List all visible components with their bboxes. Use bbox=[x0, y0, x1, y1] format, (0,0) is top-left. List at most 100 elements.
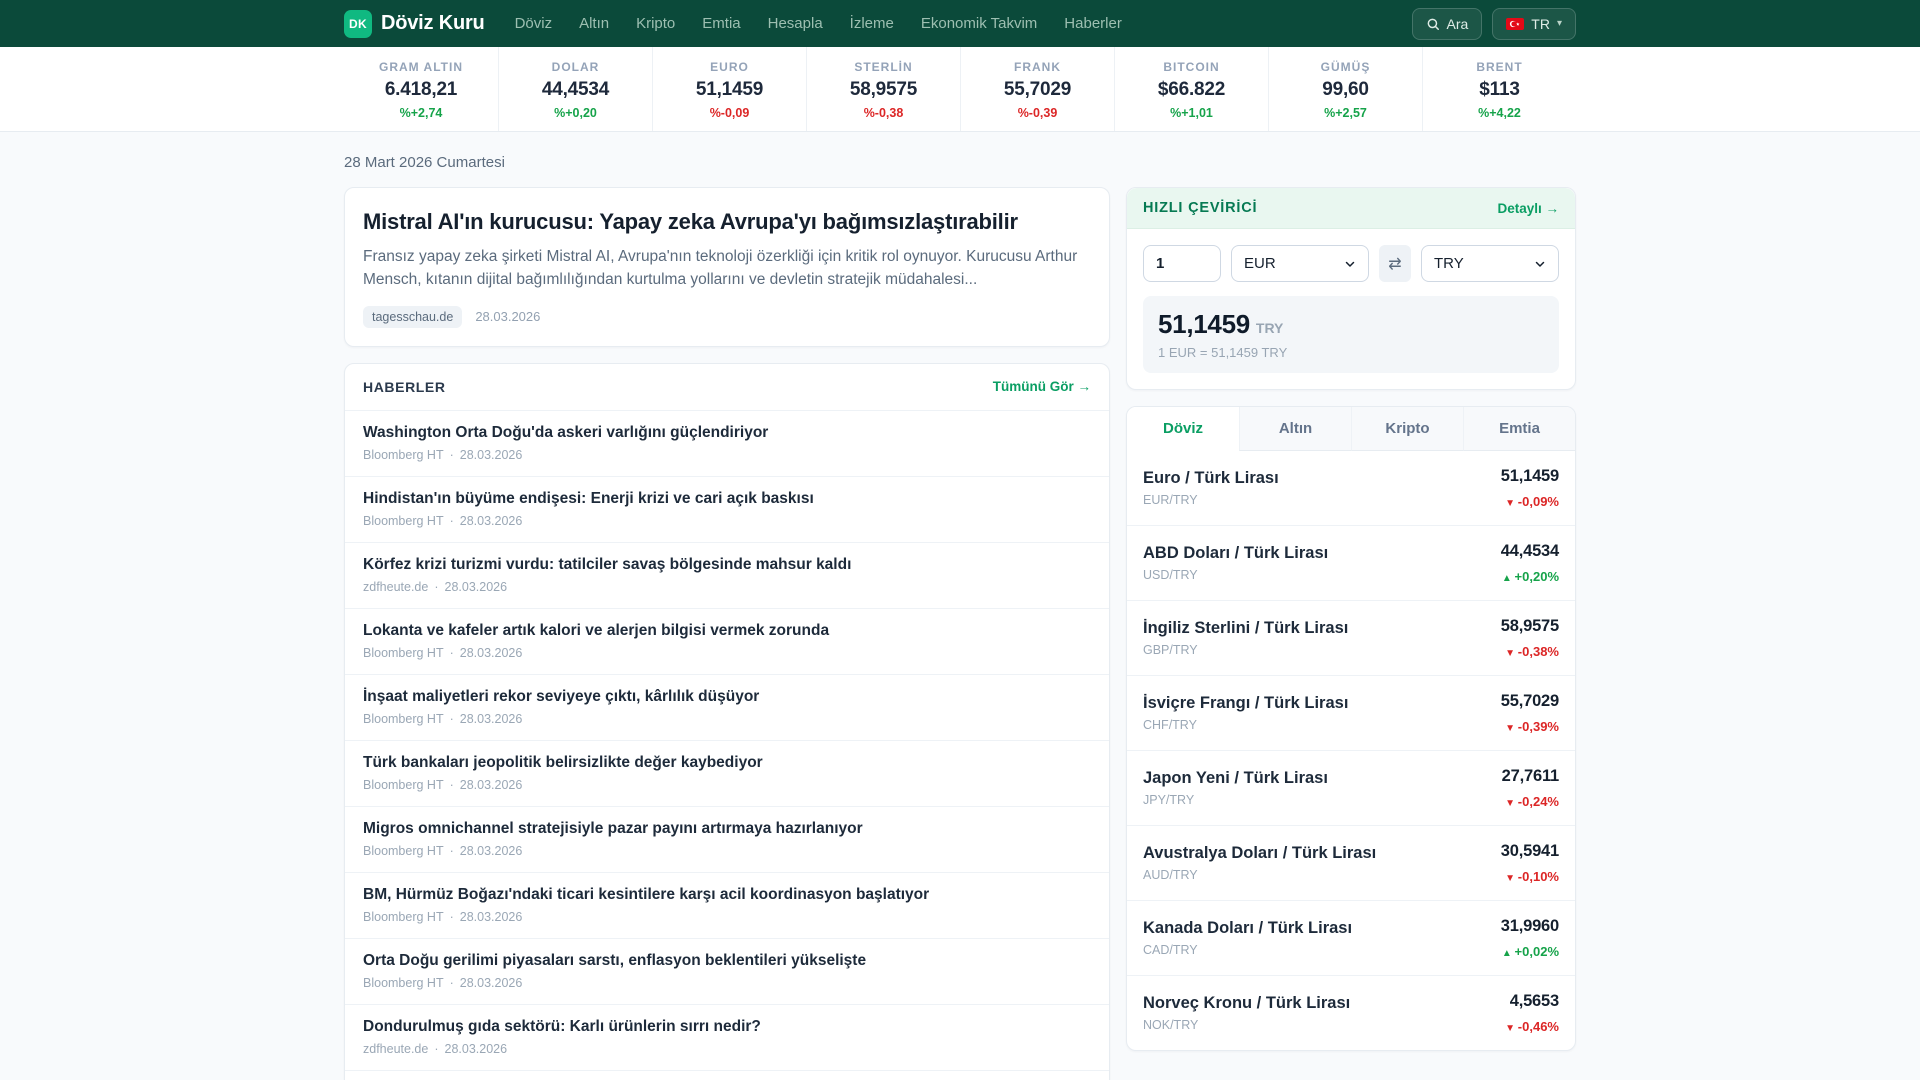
ticker-change: %+2,57 bbox=[1324, 106, 1367, 120]
ticker-item[interactable]: GÜMÜŞ 99,60 %+2,57 bbox=[1268, 47, 1422, 131]
rate-pair: Norveç Kronu / Türk Lirası NOK/TRY bbox=[1143, 994, 1350, 1032]
meta-dot: · bbox=[449, 843, 454, 858]
rate-value: 58,9575 bbox=[1500, 617, 1559, 635]
news-list: Washington Orta Doğu'da askeri varlığını… bbox=[345, 411, 1109, 1080]
market-tab[interactable]: Kripto bbox=[1351, 407, 1463, 451]
ticker-label: BRENT bbox=[1476, 60, 1523, 74]
rate-value: 51,1459 bbox=[1500, 467, 1559, 485]
news-item[interactable]: Orta Doğu gerilimi piyasaları sarstı, en… bbox=[345, 937, 1109, 1004]
brand-home-link[interactable]: DK Döviz Kuru bbox=[344, 9, 485, 38]
news-item-source: zdfheute.de bbox=[363, 1041, 429, 1056]
news-item[interactable]: BM, Hürmüz Boğazı'ndaki ticari kesintile… bbox=[345, 871, 1109, 938]
see-all-news-link[interactable]: Tümünü Gör → bbox=[993, 379, 1091, 394]
rate-row[interactable]: Euro / Türk Lirası EUR/TRY 51,1459 -0,09… bbox=[1127, 451, 1575, 525]
ticker-item[interactable]: DOLAR 44,4534 %+0,20 bbox=[498, 47, 652, 131]
rate-row[interactable]: Japon Yeni / Türk Lirası JPY/TRY 27,7611… bbox=[1127, 750, 1575, 825]
news-item-date: 28.03.2026 bbox=[459, 447, 523, 462]
ticker-item[interactable]: EURO 51,1459 %-0,09 bbox=[652, 47, 806, 131]
market-tab[interactable]: Emtia bbox=[1463, 407, 1575, 451]
rate-value: 4,5653 bbox=[1509, 992, 1559, 1010]
ticker-label: EURO bbox=[710, 60, 749, 74]
ticker-value: 55,7029 bbox=[1003, 79, 1072, 100]
news-item-date: 28.03.2026 bbox=[459, 513, 523, 528]
result-unit: TRY bbox=[1255, 320, 1284, 336]
market-tab[interactable]: Döviz bbox=[1127, 407, 1239, 451]
nav-link[interactable]: Altın bbox=[579, 15, 609, 32]
news-item[interactable]: İnşaat maliyetleri rekor seviyeye çıktı,… bbox=[345, 673, 1109, 740]
rate-value: 31,9960 bbox=[1500, 917, 1559, 935]
result-value: 51,1459 bbox=[1158, 309, 1250, 339]
rate-pair: Japon Yeni / Türk Lirası JPY/TRY bbox=[1143, 769, 1328, 807]
ticker-label: DOLAR bbox=[551, 60, 600, 74]
rate-pair-code: AUD/TRY bbox=[1143, 868, 1198, 882]
date-line: 28 Mart 2026 Cumartesi bbox=[344, 154, 505, 171]
from-currency-value: EUR bbox=[1244, 255, 1276, 272]
amount-input[interactable] bbox=[1143, 245, 1221, 282]
ticker-item[interactable]: GRAM ALTIN 6.418,21 %+2,74 bbox=[344, 47, 498, 131]
ticker-value: 99,60 bbox=[1322, 79, 1369, 100]
search-button[interactable]: Ara bbox=[1411, 7, 1483, 40]
nav-link[interactable]: Ekonomik Takvim bbox=[921, 15, 1037, 32]
news-item[interactable]: Hindistan'ın büyüme endişesi: Enerji kri… bbox=[345, 475, 1109, 542]
rate-change: -0,39% bbox=[1501, 719, 1559, 734]
rate-pair-name: Norveç Kronu / Türk Lirası bbox=[1143, 994, 1351, 1012]
ticker-item[interactable]: BRENT $113 %+4,22 bbox=[1422, 47, 1576, 131]
featured-article-card[interactable]: Mistral AI'ın kurucusu: Yapay zeka Avrup… bbox=[344, 187, 1110, 347]
news-item[interactable]: Maliye Bakanlığı, Şimşek'e yönelik ortak… bbox=[345, 1069, 1109, 1080]
ticker-label: BITCOIN bbox=[1163, 60, 1220, 74]
news-heading: HABERLER bbox=[363, 378, 446, 395]
news-item[interactable]: Migros omnichannel stratejisiyle pazar p… bbox=[345, 805, 1109, 872]
language-label: TR bbox=[1531, 15, 1550, 32]
news-item-source: Bloomberg HT bbox=[363, 513, 444, 528]
language-button[interactable]: TR ▾ bbox=[1492, 7, 1576, 40]
converter-detail-link[interactable]: Detaylı → bbox=[1497, 201, 1559, 216]
rate-value: 27,7611 bbox=[1501, 767, 1560, 785]
rate-row[interactable]: İngiliz Sterlini / Türk Lirası GBP/TRY 5… bbox=[1127, 600, 1575, 675]
market-ticker-bar: GRAM ALTIN 6.418,21 %+2,74 DOLAR 44,4534… bbox=[0, 47, 1920, 132]
ticker-item[interactable]: BITCOIN $66.822 %+1,01 bbox=[1114, 47, 1268, 131]
converter-header: HIZLI ÇEVİRİCİ Detaylı → bbox=[1127, 188, 1575, 229]
rate-change: -0,10% bbox=[1501, 869, 1559, 884]
meta-dot: · bbox=[449, 777, 454, 792]
ticker-value: $66.822 bbox=[1157, 79, 1226, 100]
news-item[interactable]: Washington Orta Doğu'da askeri varlığını… bbox=[345, 411, 1109, 476]
news-item[interactable]: Dondurulmuş gıda sektörü: Karlı ürünleri… bbox=[345, 1003, 1109, 1070]
meta-dot: · bbox=[449, 909, 454, 924]
news-item-title: Körfez krizi turizmi vurdu: tatilciler s… bbox=[363, 555, 852, 573]
market-rates-card: Döviz Altın Kripto Emtia Euro / Türk Lir… bbox=[1126, 406, 1576, 1051]
news-item-date: 28.03.2026 bbox=[459, 909, 523, 924]
news-item-meta: Bloomberg HT · 28.03.2026 bbox=[363, 514, 1091, 528]
news-item-source: Bloomberg HT bbox=[363, 843, 444, 858]
rate-change: -0,24% bbox=[1502, 794, 1559, 809]
from-currency-select[interactable]: EUR bbox=[1231, 245, 1369, 282]
nav-link[interactable]: Hesapla bbox=[768, 15, 823, 32]
news-item[interactable]: Türk bankaları jeopolitik belirsizlikte … bbox=[345, 739, 1109, 806]
to-currency-select[interactable]: TRY bbox=[1421, 245, 1559, 282]
news-item-date: 28.03.2026 bbox=[459, 975, 523, 990]
news-item-title: Türk bankaları jeopolitik belirsizlikte … bbox=[363, 753, 763, 771]
market-tab[interactable]: Altın bbox=[1239, 407, 1351, 451]
nav-link[interactable]: Döviz bbox=[515, 15, 553, 32]
rate-row[interactable]: İsviçre Frangı / Türk Lirası CHF/TRY 55,… bbox=[1127, 675, 1575, 750]
rate-row[interactable]: ABD Doları / Türk Lirası USD/TRY 44,4534… bbox=[1127, 525, 1575, 600]
rate-pair-name: Euro / Türk Lirası bbox=[1143, 469, 1279, 487]
news-item-source: zdfheute.de bbox=[363, 579, 429, 594]
news-header: HABERLER Tümünü Gör → bbox=[345, 364, 1109, 411]
nav-link[interactable]: Haberler bbox=[1064, 15, 1122, 32]
search-icon bbox=[1426, 17, 1440, 31]
rate-row[interactable]: Norveç Kronu / Türk Lirası NOK/TRY 4,565… bbox=[1127, 975, 1575, 1050]
rate-pair: Avustralya Doları / Türk Lirası AUD/TRY bbox=[1143, 844, 1376, 882]
news-item-meta: Bloomberg HT · 28.03.2026 bbox=[363, 976, 1091, 990]
nav-link[interactable]: Emtia bbox=[702, 15, 740, 32]
news-item[interactable]: Körfez krizi turizmi vurdu: tatilciler s… bbox=[345, 541, 1109, 608]
news-item[interactable]: Lokanta ve kafeler artık kalori ve alerj… bbox=[345, 607, 1109, 674]
nav-link[interactable]: İzleme bbox=[850, 15, 894, 32]
nav-link[interactable]: Kripto bbox=[636, 15, 675, 32]
news-item-meta: Bloomberg HT · 28.03.2026 bbox=[363, 844, 1091, 858]
swap-currencies-button[interactable]: ⇄ bbox=[1379, 245, 1411, 282]
ticker-item[interactable]: STERLİN 58,9575 %-0,38 bbox=[806, 47, 960, 131]
rate-row[interactable]: Avustralya Doları / Türk Lirası AUD/TRY … bbox=[1127, 825, 1575, 900]
ticker-item[interactable]: FRANK 55,7029 %-0,39 bbox=[960, 47, 1114, 131]
rate-row[interactable]: Kanada Doları / Türk Lirası CAD/TRY 31,9… bbox=[1127, 900, 1575, 975]
right-sidebar: HIZLI ÇEVİRİCİ Detaylı → EUR ⇄ TRY bbox=[1126, 187, 1576, 1051]
